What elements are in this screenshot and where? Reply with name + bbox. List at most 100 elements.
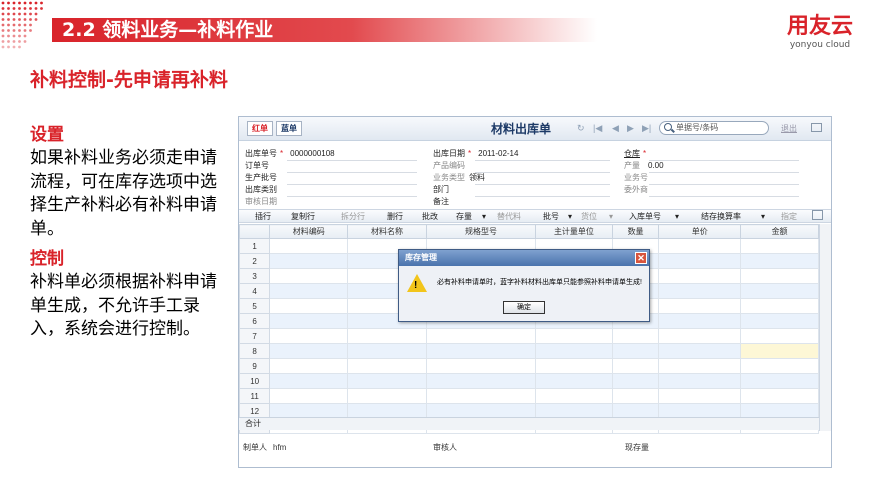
footer-auditor: 审核人 (433, 443, 457, 452)
column-header-unit[interactable]: 主计量单位 (535, 224, 613, 239)
row-number: 5 (239, 298, 271, 314)
toolbar-batch-edit[interactable]: 批改 (422, 211, 438, 222)
exit-link[interactable]: 退出 (781, 124, 797, 134)
column-header-material-code[interactable]: 材料编码 (269, 224, 349, 239)
toolbar-substitute[interactable]: 替代料 (497, 211, 521, 222)
field-audit-date[interactable]: 审核日期 (245, 197, 277, 207)
form-title: 材料出库单 (491, 122, 552, 136)
next-page-icon[interactable]: ▶ (627, 123, 634, 133)
dropdown-arrow-icon[interactable]: ▾ (609, 211, 613, 222)
dropdown-arrow-icon[interactable]: ▾ (482, 211, 486, 222)
toolbar-conversion-rate[interactable]: 结存换算率 (701, 211, 741, 222)
column-header-amount[interactable]: 金额 (740, 224, 819, 239)
batch-label: 生产批号 (245, 173, 277, 182)
column-header-price[interactable]: 单价 (658, 224, 742, 239)
output-value: 0.00 (648, 161, 664, 170)
column-header-spec[interactable]: 规格型号 (425, 224, 537, 239)
row-number: 4 (239, 283, 271, 299)
row-number: 10 (239, 373, 271, 389)
field-warehouse[interactable]: 仓库 * (624, 149, 649, 159)
dropdown-arrow-icon[interactable]: ▾ (568, 211, 572, 222)
table-row[interactable]: 7 (239, 328, 819, 344)
red-order-tab[interactable]: 红单 (247, 121, 273, 136)
column-header-material-name[interactable]: 材料名称 (347, 224, 427, 239)
field-order-no[interactable]: 出库单号 * 0000000108 (245, 149, 335, 159)
close-icon[interactable]: ✕ (635, 252, 647, 264)
outsource-label: 委外商 (624, 185, 648, 194)
grid-header-row: 材料编码 材料名称 规格型号 主计量单位 数量 单价 金额 (239, 224, 819, 239)
slide: 2.2 领料业务—补料作业 用友云 yonyou cloud 补料控制-先申请再… (0, 0, 871, 489)
toolbar-split-row[interactable]: 拆分行 (341, 211, 365, 222)
row-number: 1 (239, 238, 271, 254)
biz-type-value: 领料 (469, 173, 485, 182)
toolbar-specify[interactable]: 指定 (781, 211, 797, 222)
table-row[interactable]: 9 (239, 358, 819, 374)
field-product-code[interactable]: 产品编码 (433, 161, 465, 171)
search-placeholder: 单据号/条码 (676, 123, 719, 132)
maker-label: 制单人 (243, 443, 267, 452)
field-dept[interactable]: 部门 (433, 185, 449, 195)
section-text-control: 补料单必须根据补料申请单生成，不允许手工录入，系统会进行控制。 (30, 272, 217, 339)
date-label: 出库日期 (433, 149, 465, 158)
footer-stock: 现存量 (625, 443, 649, 452)
column-header-quantity[interactable]: 数量 (611, 224, 660, 239)
table-row[interactable]: 8 (239, 343, 819, 359)
dropdown-arrow-icon[interactable]: ▾ (761, 211, 765, 222)
field-outsource[interactable]: 委外商 (624, 185, 648, 195)
section-heading-setting: 设置 (30, 125, 64, 145)
field-order[interactable]: 订单号 (245, 161, 269, 171)
yonyou-cloud-logo: 用友云 yonyou cloud (787, 14, 853, 51)
table-row[interactable]: 11 (239, 388, 819, 404)
dialog-message: 必有补料申请单时，蓝字补料材料出库单只能参照补料申请单生成! (437, 279, 642, 286)
ok-button[interactable]: 确定 (503, 301, 545, 314)
toolbar-expand-icon[interactable] (812, 210, 823, 220)
field-category[interactable]: 出库类别 (245, 185, 277, 195)
dot-pattern-decoration (1, 1, 43, 49)
field-batch[interactable]: 生产批号 (245, 173, 277, 183)
window-header: 红单 蓝单 材料出库单 ↻ |◀ ◀ ▶ ▶| 单据号/条码 退出 (239, 117, 831, 141)
toolbar-copy-row[interactable]: 复制行 (291, 211, 315, 222)
refresh-icon[interactable]: ↻ (577, 123, 585, 133)
order-no-label: 出库单号 (245, 149, 277, 158)
window-toggle-icon[interactable] (811, 123, 822, 132)
toolbar-stock[interactable]: 存量 (456, 211, 472, 222)
field-output[interactable]: 产量 0.00 (624, 161, 664, 171)
row-number: 6 (239, 313, 271, 329)
toolbar-insert-row[interactable]: 插行 (255, 211, 271, 222)
prev-page-icon[interactable]: ◀ (612, 123, 619, 133)
inventory-warning-dialog: 库存管理 ✕ ! 必有补料申请单时，蓝字补料材料出库单只能参照补料申请单生成! … (398, 249, 650, 322)
section-text-setting: 如果补料业务必须走申请流程，可在库存选项中选择生产补料必有补料申请单。 (30, 148, 217, 239)
field-biz-type[interactable]: 业务类型 领料 (433, 173, 485, 183)
row-number: 3 (239, 268, 271, 284)
field-date[interactable]: 出库日期 * 2011-02-14 (433, 149, 518, 159)
product-code-label: 产品编码 (433, 161, 465, 170)
biz-no-label: 业务号 (624, 173, 648, 182)
order-label: 订单号 (245, 161, 269, 170)
blue-order-tab[interactable]: 蓝单 (276, 121, 302, 136)
dialog-title: 库存管理 (399, 250, 649, 266)
search-input[interactable]: 单据号/条码 (659, 121, 769, 135)
row-number: 9 (239, 358, 271, 374)
table-row[interactable]: 10 (239, 373, 819, 389)
field-remark[interactable]: 备注 (433, 197, 449, 207)
dept-label: 部门 (433, 185, 449, 194)
last-page-icon[interactable]: ▶| (642, 123, 651, 133)
section-heading-control: 控制 (30, 249, 64, 269)
search-icon (664, 123, 672, 131)
category-label: 出库类别 (245, 185, 277, 194)
dropdown-arrow-icon[interactable]: ▾ (675, 211, 679, 222)
remark-label: 备注 (433, 197, 449, 206)
grid-toolbar: 插行 复制行 拆分行 删行 批改 存量 ▾ 替代料 批号 ▾ 货位 ▾ 入库单号… (239, 209, 831, 223)
grid-vertical-scrollbar[interactable] (819, 224, 831, 431)
field-biz-no[interactable]: 业务号 (624, 173, 648, 183)
toolbar-location[interactable]: 货位 (581, 211, 597, 222)
first-page-icon[interactable]: |◀ (593, 123, 602, 133)
description-panel: 设置 如果补料业务必须走申请流程，可在库存选项中选择生产补料必有补料申请单。 控… (30, 124, 230, 342)
maker-value: hfm (273, 443, 287, 452)
selected-cell[interactable] (740, 343, 819, 359)
toolbar-delete-row[interactable]: 删行 (387, 211, 403, 222)
row-number: 11 (239, 388, 271, 404)
date-value: 2011-02-14 (478, 149, 519, 158)
toolbar-batch-no[interactable]: 批号 (543, 211, 559, 222)
toolbar-inbound-no[interactable]: 入库单号 (629, 211, 661, 222)
